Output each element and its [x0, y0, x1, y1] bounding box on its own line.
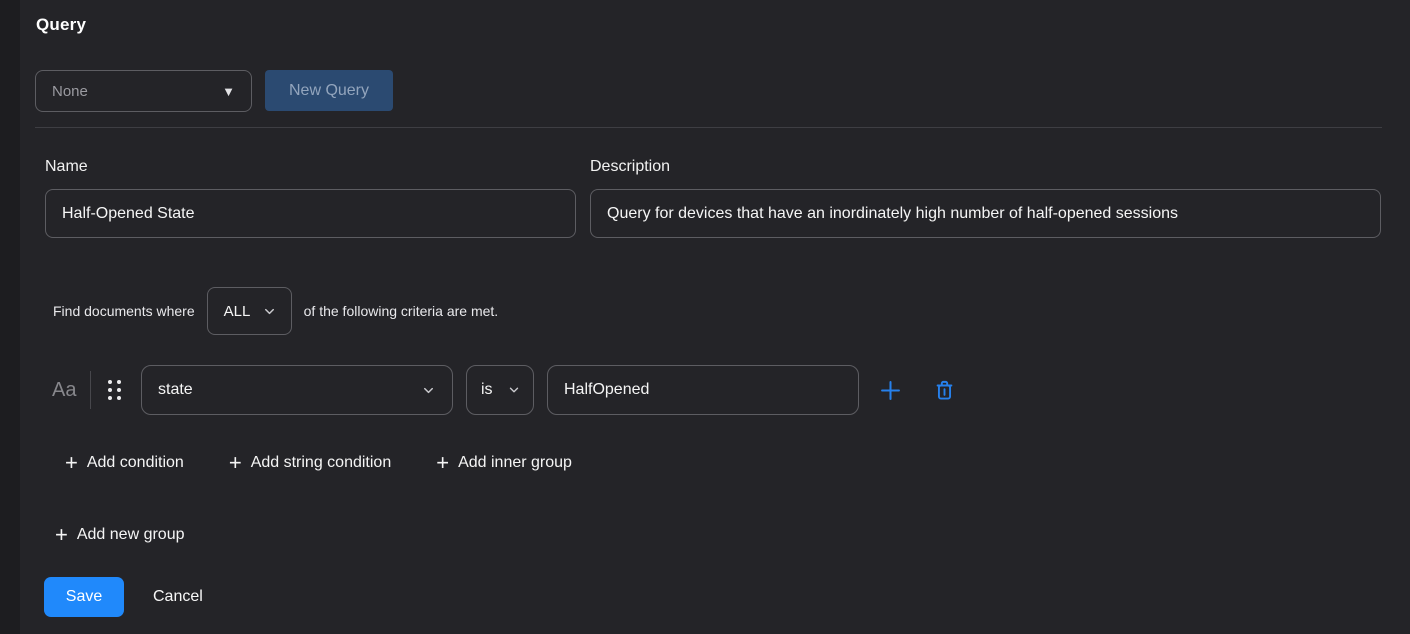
add-condition-link[interactable]: + Add condition [65, 452, 184, 474]
condition-actions: + Add condition + Add string condition +… [65, 452, 572, 474]
section-divider [35, 127, 1382, 128]
match-type-value: ALL [224, 303, 251, 320]
chevron-down-icon [507, 383, 521, 397]
condition-row: Aa state is [52, 362, 957, 418]
condition-field-value: state [158, 381, 193, 399]
plus-icon: + [65, 452, 78, 474]
condition-value-input[interactable] [547, 365, 859, 415]
add-string-condition-link[interactable]: + Add string condition [229, 452, 391, 474]
chevron-down-icon [262, 304, 277, 319]
condition-field-select[interactable]: state [141, 365, 453, 415]
criteria-sentence: Find documents where ALL of the followin… [53, 287, 498, 335]
add-new-group-label: Add new group [77, 526, 185, 544]
trash-icon [933, 379, 956, 402]
chevron-down-icon [421, 383, 436, 398]
add-condition-label: Add condition [87, 454, 184, 472]
left-edge-strip [0, 0, 20, 634]
match-type-select[interactable]: ALL [207, 287, 292, 335]
drag-handle-icon[interactable] [108, 380, 121, 400]
plus-icon: + [436, 452, 449, 474]
form-footer: Save Cancel [44, 577, 203, 617]
page-title: Query [36, 15, 86, 35]
criteria-prefix-text: Find documents where [53, 303, 195, 319]
criteria-suffix-text: of the following criteria are met. [304, 303, 499, 319]
cancel-button[interactable]: Cancel [153, 588, 203, 606]
add-condition-plus-button[interactable] [876, 376, 904, 404]
save-button[interactable]: Save [44, 577, 124, 617]
plus-icon [877, 377, 904, 404]
plus-icon: + [229, 452, 242, 474]
condition-divider [90, 371, 91, 409]
condition-operator-select[interactable]: is [466, 365, 534, 415]
description-input[interactable] [590, 189, 1381, 238]
name-label: Name [45, 158, 88, 176]
saved-query-select-value: None [52, 83, 88, 100]
new-query-button[interactable]: New Query [265, 70, 393, 111]
name-input[interactable] [45, 189, 576, 238]
description-label: Description [590, 158, 670, 176]
saved-query-select[interactable]: None ▼ [35, 70, 252, 112]
query-builder-panel: Query None ▼ New Query Name Description … [0, 0, 1410, 634]
add-inner-group-link[interactable]: + Add inner group [436, 452, 572, 474]
dropdown-arrow-icon: ▼ [222, 84, 235, 99]
condition-operator-value: is [481, 381, 493, 399]
delete-condition-button[interactable] [931, 377, 957, 403]
add-string-condition-label: Add string condition [251, 454, 392, 472]
plus-icon: + [55, 524, 68, 546]
string-type-indicator: Aa [52, 379, 85, 402]
add-inner-group-label: Add inner group [458, 454, 572, 472]
add-new-group-link[interactable]: + Add new group [55, 524, 185, 546]
